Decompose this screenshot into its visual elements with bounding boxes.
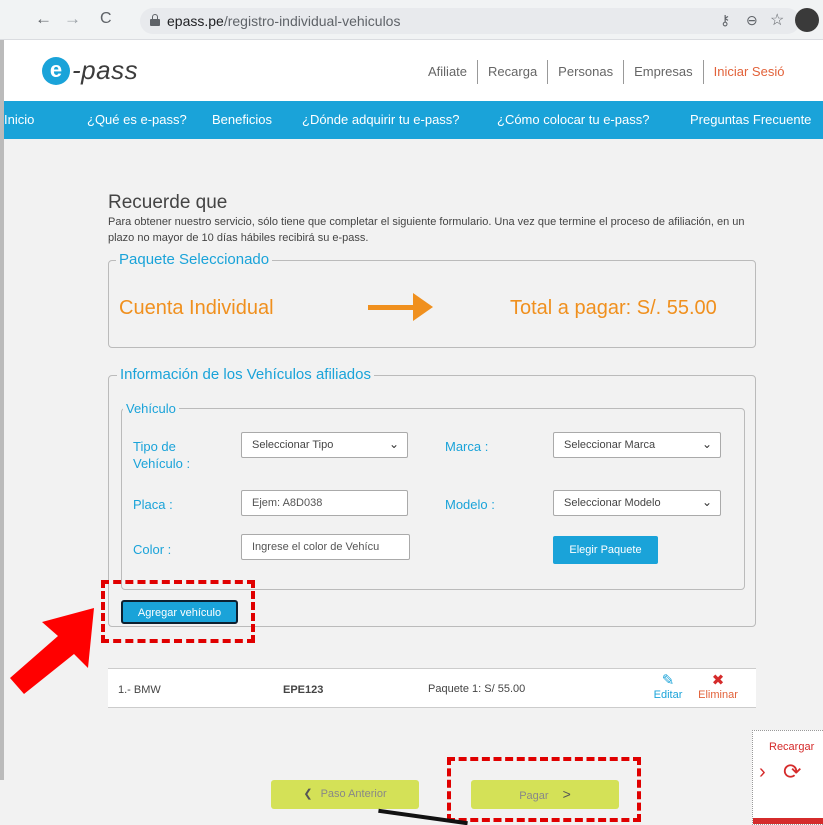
star-icon[interactable]: ☆ [770, 10, 784, 30]
reload-widget[interactable]: Recargar › ⟳ [752, 730, 823, 825]
nav-donde-adquirir[interactable]: ¿Dónde adquirir tu e-pass? [302, 112, 460, 127]
modelo-select[interactable]: Seleccionar Modelo ⌄ [553, 490, 721, 516]
placa-input[interactable]: Ejem: A8D038 [241, 490, 408, 516]
vehiculo-legend: Vehículo [123, 401, 179, 416]
chevron-right-icon: › [759, 761, 766, 783]
nav-beneficios[interactable]: Beneficios [212, 112, 272, 127]
intro-text: Para obtener nuestro servicio, sólo tien… [108, 216, 745, 244]
url-text: epass.pe/registro-individual-vehiculos [167, 13, 401, 29]
tipo-label: Tipo de Vehículo : [133, 439, 191, 471]
chevron-down-icon: ⌄ [388, 437, 399, 451]
close-icon: ✖ [711, 672, 725, 689]
browser-toolbar: ← → C epass.pe/registro-individual-vehic… [0, 0, 823, 40]
back-icon[interactable]: ← [35, 9, 52, 29]
menu-personas[interactable]: Personas [548, 60, 625, 84]
top-menu: Afiliate Recarga Personas Empresas Inici… [428, 60, 794, 84]
menu-afiliate[interactable]: Afiliate [428, 60, 479, 84]
marca-select[interactable]: Seleccionar Marca ⌄ [553, 432, 721, 458]
info-legend: Información de los Vehículos afiliados [117, 366, 374, 383]
delete-button[interactable]: ✖ Eliminar [693, 671, 743, 701]
vehicle-paquete: Paquete 1: S/ 55.00 [428, 683, 526, 695]
nav-inicio[interactable]: Inicio [4, 112, 34, 127]
highlight-pagar [447, 757, 641, 822]
scroll-edge [0, 40, 4, 780]
menu-iniciar-sesion[interactable]: Iniciar Sesió [704, 60, 795, 84]
reload-icon[interactable]: C [100, 9, 112, 29]
modelo-label: Modelo : [445, 497, 495, 512]
vehicle-placa: EPE123 [283, 684, 324, 696]
nav-como-colocar[interactable]: ¿Cómo colocar tu e-pass? [497, 112, 649, 127]
nav-preguntas[interactable]: Preguntas Frecuente [690, 112, 811, 127]
cuenta-individual: Cuenta Individual [119, 297, 274, 319]
paso-anterior-button[interactable]: ❮ Paso Anterior [271, 780, 419, 809]
marca-label: Marca : [445, 439, 489, 454]
placa-label: Placa : [133, 497, 173, 512]
color-label: Color : [133, 542, 172, 557]
key-icon[interactable]: ⚷ [720, 12, 730, 29]
reload-label: Recargar [769, 741, 815, 753]
chevron-left-icon: ❮ [303, 788, 313, 800]
chevron-down-icon: ⌄ [701, 437, 712, 451]
menu-empresas[interactable]: Empresas [624, 60, 704, 84]
tipo-select[interactable]: Seleccionar Tipo ⌄ [241, 432, 408, 458]
table-row: 1.- BMW EPE123 Paquete 1: S/ 55.00 ✎ Edi… [108, 668, 756, 708]
vehicle-name: 1.- BMW [118, 684, 161, 696]
lock-icon [150, 14, 160, 26]
address-bar[interactable]: epass.pe/registro-individual-vehiculos [140, 8, 800, 34]
paquete-legend: Paquete Seleccionado [116, 251, 273, 268]
forward-icon[interactable]: → [64, 9, 81, 29]
menu-recarga[interactable]: Recarga [478, 60, 549, 84]
total-a-pagar: Total a pagar: S/. 55.00 [510, 297, 717, 319]
edit-button[interactable]: ✎ Editar [648, 671, 688, 701]
highlight-agregar [101, 580, 255, 643]
red-arrow-icon [10, 608, 94, 694]
elegir-paquete-button[interactable]: Elegir Paquete [553, 536, 658, 564]
refresh-icon: ⟳ [783, 759, 802, 784]
chevron-down-icon: ⌄ [701, 495, 712, 509]
arrow-right-icon [368, 305, 416, 310]
edit-icon: ✎ [661, 672, 675, 689]
zoom-icon[interactable]: ⊖ [746, 12, 758, 29]
profile-avatar[interactable] [795, 8, 819, 32]
nav-que-es[interactable]: ¿Qué es e-pass? [87, 112, 187, 127]
arrow-head-icon [413, 293, 433, 321]
page-title: Recuerde que [108, 192, 228, 213]
color-input[interactable]: Ingrese el color de Vehícu [241, 534, 410, 560]
reload-bar [753, 818, 823, 824]
main-nav: Inicio ¿Qué es e-pass? Beneficios ¿Dónde… [0, 101, 823, 139]
